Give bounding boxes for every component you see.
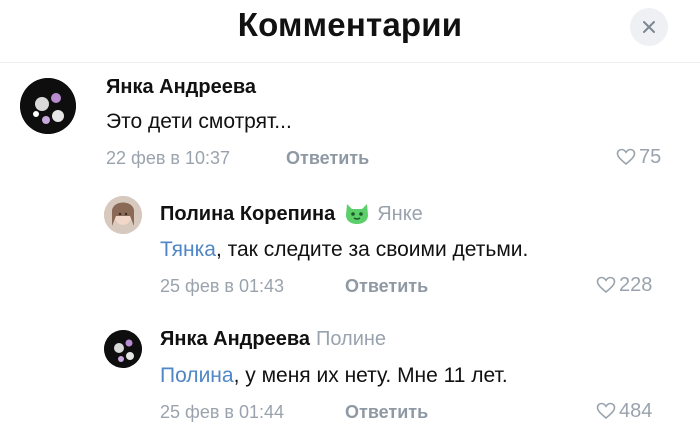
mention-link[interactable]: Тянка [160, 238, 216, 261]
author-name[interactable]: Полина Корепина [160, 203, 335, 225]
comment-item: Янка Андреева Полине Полина, у меня их не… [0, 320, 700, 430]
comment-timestamp: 22 фев в 10:37 [106, 148, 231, 168]
like-button[interactable]: 75 [616, 146, 661, 169]
comment-item: Полина Корепина Янке Тянка, так следите … [0, 192, 700, 302]
reply-button[interactable]: Ответить [345, 276, 428, 297]
like-button[interactable]: 484 [596, 400, 652, 423]
heart-icon [616, 148, 636, 166]
avatar[interactable] [104, 330, 142, 368]
heart-icon [596, 276, 616, 294]
green-cat-emoji-icon [343, 200, 371, 232]
like-count: 75 [639, 146, 662, 168]
comment-author: Полина Корепина Янке [160, 200, 423, 232]
comment-timestamp: 25 фев в 01:44 [160, 402, 285, 422]
close-button[interactable] [630, 8, 668, 46]
heart-icon [596, 402, 616, 420]
like-count: 228 [619, 274, 653, 296]
like-count: 484 [619, 400, 653, 422]
reply-to-label[interactable]: Янке [377, 203, 423, 225]
comments-header: Комментарии [0, 0, 700, 63]
close-icon [643, 21, 655, 33]
comment-body: , так следите за своими детьми. [215, 238, 529, 261]
comment-item: Янка Андреева Это дети смотрят... 22 фев… [0, 72, 700, 172]
comment-text: Это дети смотрят... [106, 110, 292, 133]
author-name[interactable]: Янка Андреева [160, 328, 310, 350]
comment-text: Полина, у меня их нету. Мне 11 лет. [160, 364, 508, 388]
mention-link[interactable]: Полина [160, 364, 234, 387]
comment-author[interactable]: Янка Андреева [106, 76, 256, 99]
comment-text: Тянка, так следите за своими детьми. [160, 238, 528, 262]
comment-body: , у меня их нету. Мне 11 лет. [233, 364, 508, 387]
page-title: Комментарии [237, 6, 463, 43]
reply-button[interactable]: Ответить [286, 148, 369, 169]
like-button[interactable]: 228 [596, 274, 652, 297]
reply-to-label[interactable]: Полине [316, 328, 386, 350]
reply-button[interactable]: Ответить [345, 402, 428, 423]
avatar[interactable] [20, 78, 76, 134]
avatar[interactable] [104, 196, 142, 234]
comment-timestamp: 25 фев в 01:43 [160, 276, 285, 296]
comment-author: Янка Андреева Полине [160, 328, 386, 351]
